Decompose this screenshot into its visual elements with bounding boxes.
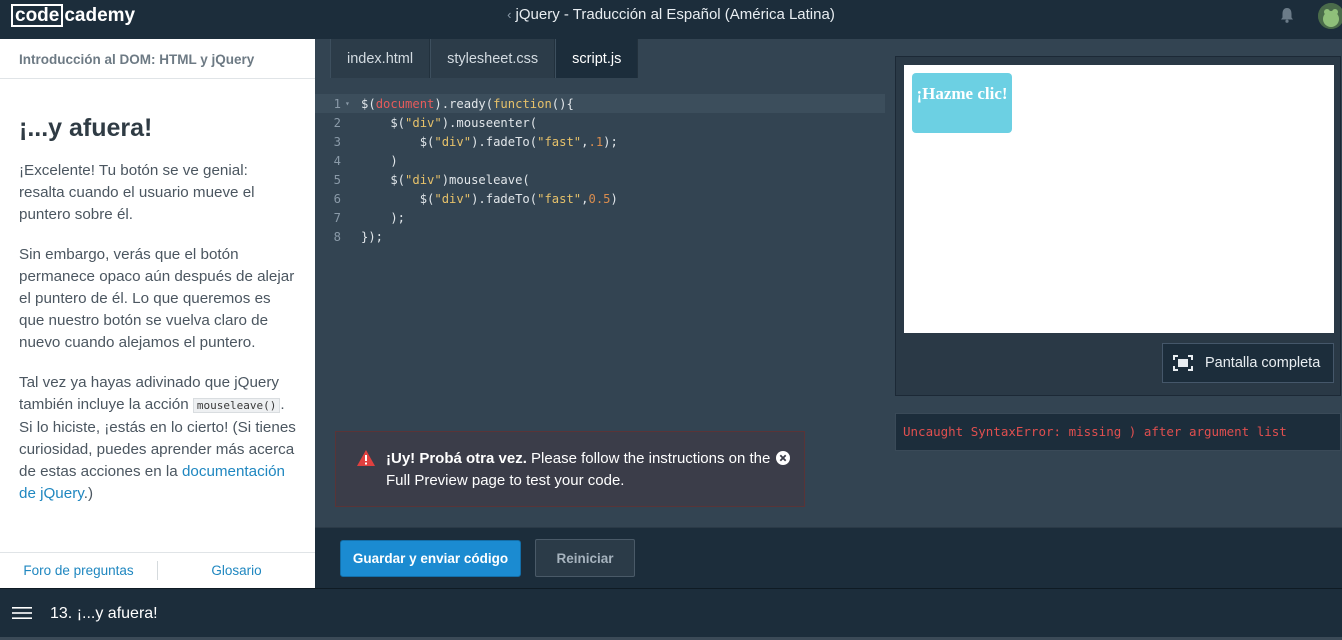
line-number: 1	[333, 96, 341, 111]
code-line[interactable]: 1 ▾ $(document).ready(function(){	[315, 94, 885, 113]
line-number: 5	[333, 172, 341, 187]
close-icon[interactable]	[776, 451, 790, 465]
tab-script-js[interactable]: script.js	[555, 39, 639, 78]
preview-frame[interactable]: ¡Hazme clic!	[904, 65, 1334, 333]
chevron-left-icon: ‹	[507, 7, 512, 22]
code-text: });	[361, 229, 384, 244]
lesson-paragraph: Sin embargo, verás que el botón permanec…	[19, 246, 295, 351]
fold-arrow-icon[interactable]: ▾	[345, 99, 355, 108]
code-text: );	[361, 210, 406, 225]
lesson-paragraph: ¡Excelente! Tu botón se ve genial: resal…	[19, 162, 255, 223]
error-banner: ¡Uy! Probá otra vez. Please follow the i…	[335, 431, 805, 507]
code-line[interactable]: 2 $("div").mouseenter(	[315, 113, 885, 132]
lesson-content: ¡...y afuera! ¡Excelente! Tu botón se ve…	[0, 79, 315, 549]
code-text: )	[361, 153, 398, 168]
code-line[interactable]: 8});	[315, 227, 885, 246]
lesson-nav[interactable]: 13. ¡...y afuera!	[50, 605, 158, 623]
code-text: $("div").mouseenter(	[361, 115, 538, 130]
code-text: $("div").fadeTo("fast",0.5)	[361, 191, 618, 206]
lesson-paragraph: Tal vez ya hayas adivinado que jQuery ta…	[19, 372, 296, 505]
fullscreen-label: Pantalla completa	[1205, 355, 1321, 371]
code-editor[interactable]: 1 ▾ $(document).ready(function(){ 2 $("div…	[315, 94, 885, 246]
file-tabs: index.html stylesheet.css script.js	[330, 39, 639, 78]
course-name: jQuery - Traducción al Español (América …	[515, 6, 835, 23]
line-number: 2	[333, 115, 341, 130]
error-title: ¡Uy! Probá otra vez.	[386, 450, 527, 467]
inline-code: mouseleave()	[192, 398, 281, 413]
avatar[interactable]	[1318, 3, 1342, 29]
line-number: 7	[333, 210, 341, 225]
preview-panel: ¡Hazme clic! Pantalla completa	[895, 56, 1341, 396]
glossary-link[interactable]: Glosario	[158, 553, 315, 588]
line-number: 8	[333, 229, 341, 244]
tab-stylesheet-css[interactable]: stylesheet.css	[430, 39, 556, 78]
code-text: $("div")mouseleave(	[361, 172, 530, 187]
code-line[interactable]: 6 $("div").fadeTo("fast",0.5)	[315, 189, 885, 208]
codecademy-app: code cademy ‹ jQuery - Traducción al Españ…	[0, 0, 1342, 640]
tab-index-html[interactable]: index.html	[330, 39, 431, 78]
text: .)	[83, 485, 93, 502]
bell-icon[interactable]	[1278, 6, 1296, 24]
code-line[interactable]: 4 )	[315, 151, 885, 170]
code-text: $("div").fadeTo("fast",.1);	[361, 134, 618, 149]
fullscreen-icon	[1173, 355, 1193, 371]
code-text: $(document).ready(function(){	[361, 96, 574, 111]
fullscreen-button[interactable]: Pantalla completa	[1162, 343, 1334, 383]
code-line[interactable]: 7 );	[315, 208, 885, 227]
menu-icon[interactable]	[12, 605, 32, 621]
reset-button[interactable]: Reiniciar	[535, 539, 635, 577]
course-breadcrumb[interactable]: ‹ jQuery - Traducción al Español (América…	[0, 6, 1342, 23]
bottom-bar: 13. ¡...y afuera!	[0, 588, 1342, 640]
warning-icon	[357, 450, 375, 466]
instructions-panel: Introducción al DOM: HTML y jQuery ¡...y…	[0, 39, 315, 588]
line-number: 3	[333, 134, 341, 149]
lesson-title: ¡...y afuera!	[19, 114, 153, 142]
code-line[interactable]: 3 $("div").fadeTo("fast",.1);	[315, 132, 885, 151]
line-number: 6	[333, 191, 341, 206]
forum-link[interactable]: Foro de preguntas	[0, 553, 157, 588]
preview-click-button[interactable]: ¡Hazme clic!	[912, 73, 1012, 133]
instructions-footer: Foro de preguntas Glosario	[0, 552, 315, 588]
console-error: Uncaught SyntaxError: missing ) after ar…	[895, 413, 1341, 451]
submit-code-button[interactable]: Guardar y enviar código	[340, 540, 521, 577]
line-number: 4	[333, 153, 341, 168]
code-line[interactable]: 5 $("div")mouseleave(	[315, 170, 885, 189]
course-title: Introducción al DOM: HTML y jQuery	[0, 39, 315, 79]
action-bar: Guardar y enviar código Reiniciar	[315, 527, 1342, 588]
top-bar: code cademy ‹ jQuery - Traducción al Españ…	[0, 0, 1342, 30]
